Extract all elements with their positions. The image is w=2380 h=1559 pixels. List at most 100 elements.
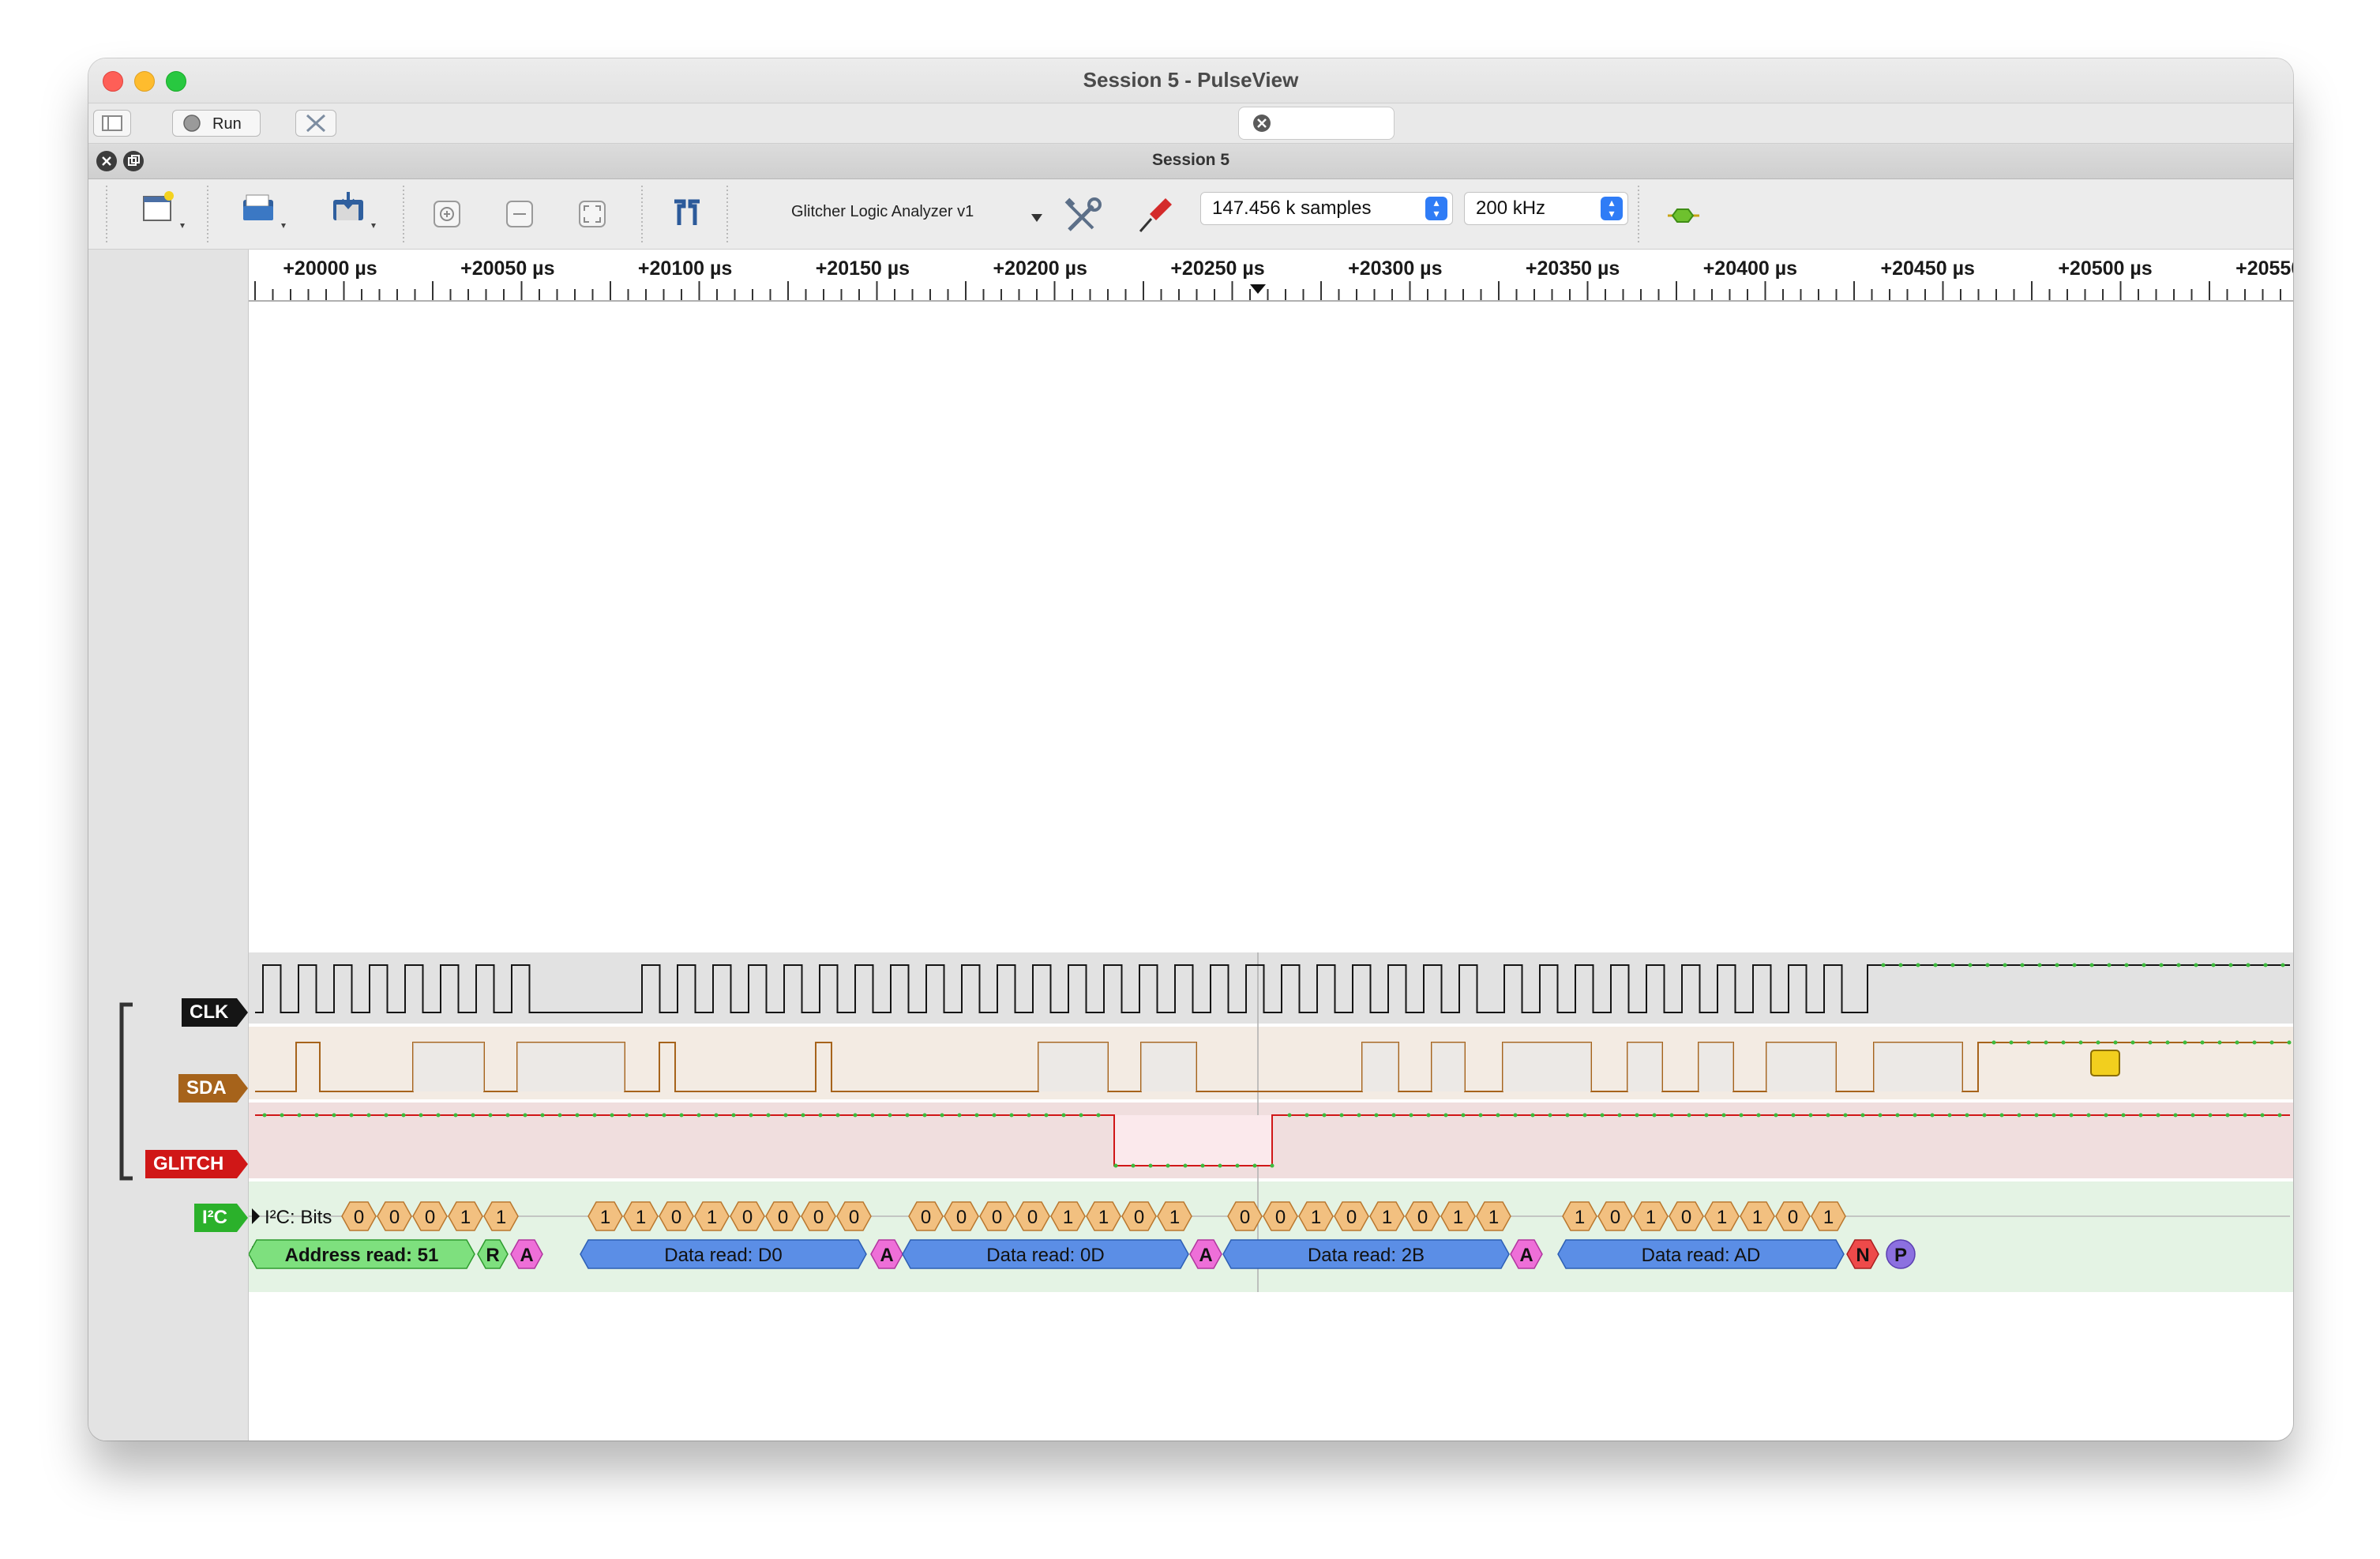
sample-dot <box>419 1113 423 1118</box>
bit-cell-text: 0 <box>1275 1207 1286 1228</box>
sample-dot <box>992 1113 997 1118</box>
sample-dot <box>1374 1113 1379 1118</box>
sample-dot <box>1881 963 1886 967</box>
sample-dot <box>2194 963 2198 967</box>
channel-label-clk[interactable]: CLK <box>182 998 248 1027</box>
sample-dot <box>2277 1113 2282 1118</box>
sample-dot <box>2086 1113 2091 1118</box>
sample-dot <box>662 1113 666 1118</box>
sample-dot <box>1652 1113 1657 1118</box>
bit-cell-text: 0 <box>1027 1207 1038 1228</box>
address-cell-text: Address read: 51 <box>285 1245 439 1266</box>
sample-dot <box>1322 1113 1327 1118</box>
open-file-icon[interactable] <box>235 187 298 242</box>
bit-cell-text: 1 <box>1063 1207 1073 1228</box>
save-file-icon[interactable] <box>325 187 389 242</box>
bit-cell-text: 0 <box>1681 1207 1691 1228</box>
sample-dot <box>1478 1113 1483 1118</box>
sample-dot <box>1166 1163 1170 1168</box>
cursor-icon[interactable] <box>662 192 709 239</box>
sample-dot <box>2037 963 2042 967</box>
sample-dot <box>2130 1040 2135 1045</box>
search-field[interactable] <box>1238 107 1395 140</box>
sample-dot <box>1548 1113 1552 1118</box>
sample-dot <box>2078 1040 2083 1045</box>
sample-dot <box>1079 1113 1083 1118</box>
bit-cell-text: 0 <box>1610 1207 1620 1228</box>
bit-cell-text: 0 <box>849 1207 859 1228</box>
sample-dot <box>2190 1113 2195 1118</box>
sample-dot <box>1739 1113 1744 1118</box>
data-read-cell-text: Data read: 0D <box>986 1245 1104 1266</box>
sample-dot <box>2228 963 2233 967</box>
sample-dot <box>1200 1163 1205 1168</box>
sample-dot <box>853 1113 858 1118</box>
sample-dot <box>2159 963 2164 967</box>
run-label: Run <box>212 115 242 133</box>
main-toolbar: Run <box>88 103 2293 144</box>
sample-dot <box>1270 1163 1274 1168</box>
channel-label-sda[interactable]: SDA <box>178 1074 248 1103</box>
config-button[interactable] <box>295 110 336 137</box>
window-title: Session 5 - PulseView <box>1083 68 1299 92</box>
sample-dot <box>644 1113 649 1118</box>
device-settings-icon[interactable] <box>1060 192 1107 239</box>
decoder-add-icon[interactable] <box>1660 192 1707 239</box>
sample-dot <box>2020 963 2025 967</box>
sample-dot <box>1357 1113 1361 1118</box>
sample-dot <box>2124 963 2129 967</box>
new-view-icon[interactable] <box>134 187 197 242</box>
sample-dot <box>2069 1113 2074 1118</box>
sample-dot <box>314 1113 319 1118</box>
samplerate-value: 200 kHz <box>1476 197 1546 219</box>
decoder-label-i2c[interactable]: I²C <box>194 1204 248 1232</box>
sample-dot <box>2263 963 2268 967</box>
bit-cell-text: 1 <box>1488 1207 1499 1228</box>
bit-cell-text: 0 <box>956 1207 967 1228</box>
sample-dot <box>332 1113 336 1118</box>
sample-dot <box>2260 1113 2265 1118</box>
clear-search-icon[interactable] <box>1250 111 1274 135</box>
samplerate-spinbox[interactable]: 200 kHz ▴ ▾ <box>1464 192 1628 225</box>
probe-icon[interactable] <box>1131 190 1178 238</box>
sample-dot <box>1409 1113 1413 1118</box>
sample-count-stepper[interactable]: ▴ ▾ <box>1425 197 1447 220</box>
sample-dot <box>1391 1113 1396 1118</box>
samplerate-stepper[interactable]: ▴ ▾ <box>1601 197 1623 220</box>
bit-cell-text: 1 <box>460 1207 471 1228</box>
run-button[interactable]: Run <box>172 110 261 137</box>
bit-cell-text: 0 <box>1788 1207 1798 1228</box>
sda-high-fill <box>413 1042 484 1091</box>
channel-label-glitch[interactable]: GLITCH <box>145 1150 248 1178</box>
trace-viewport[interactable]: +20000 µs +20050 µs +20100 µs +20150 µs +202… <box>249 250 2293 1441</box>
sample-dot <box>1461 1113 1466 1118</box>
channel-group-bracket <box>119 1002 133 1181</box>
stop-cell-text: P <box>1894 1245 1907 1266</box>
sample-dot <box>1860 1113 1865 1118</box>
sample-dot <box>436 1113 441 1118</box>
sidebar-toggle-button[interactable] <box>93 110 131 137</box>
zoom-in-icon[interactable] <box>428 195 467 235</box>
sample-dot <box>2072 963 2077 967</box>
device-selector[interactable]: Glitcher Logic Analyzer v1 <box>791 203 974 221</box>
device-toolbar: Glitcher Logic Analyzer v1 147.456 k sam… <box>88 179 2293 250</box>
sample-dot <box>2165 1040 2170 1045</box>
bit-cell-text: 1 <box>707 1207 717 1228</box>
sample-dot <box>592 1113 597 1118</box>
bit-cell-text: 0 <box>742 1207 753 1228</box>
sample-dot <box>2034 1113 2039 1118</box>
sample-dot <box>922 1113 927 1118</box>
sample-count-spinbox[interactable]: 147.456 k samples ▴ ▾ <box>1200 192 1453 225</box>
sample-dot <box>1930 1113 1935 1118</box>
sda-high-fill <box>1503 1042 1591 1091</box>
zoom-fit-icon[interactable] <box>573 195 613 235</box>
bit-cell-text: 1 <box>1453 1207 1463 1228</box>
sample-dot <box>575 1113 580 1118</box>
chevron-down-icon[interactable] <box>1025 206 1049 230</box>
sidebar-toggle-icon <box>102 115 122 131</box>
bit-cell-text: 1 <box>1752 1207 1762 1228</box>
bit-cell-text: 1 <box>600 1207 610 1228</box>
sample-dot <box>731 1113 736 1118</box>
bit-cell-text: 0 <box>921 1207 931 1228</box>
zoom-out-icon[interactable] <box>501 195 540 235</box>
